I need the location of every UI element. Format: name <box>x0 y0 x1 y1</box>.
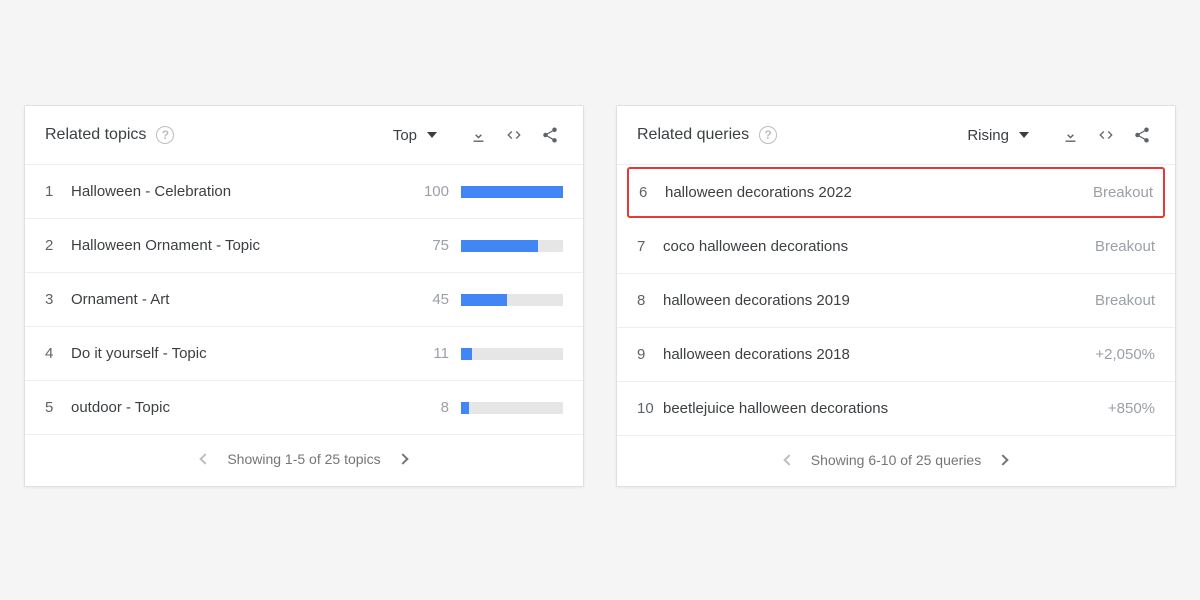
rank: 2 <box>45 237 71 254</box>
rank: 4 <box>45 345 71 362</box>
list-item[interactable]: 8 halloween decorations 2019 Breakout <box>617 274 1175 328</box>
item-change: +850% <box>1108 400 1155 417</box>
card-title: Related queries <box>637 126 749 144</box>
value-bar <box>461 348 563 360</box>
value-bar <box>461 186 563 198</box>
item-label: outdoor - Topic <box>71 399 421 416</box>
sort-label: Top <box>393 127 417 144</box>
sort-label: Rising <box>967 127 1009 144</box>
help-icon[interactable]: ? <box>156 126 174 144</box>
pager: Showing 6-10 of 25 queries <box>617 435 1175 486</box>
next-page-icon[interactable] <box>397 453 408 464</box>
item-value: 100 <box>421 183 449 200</box>
item-label: beetlejuice halloween decorations <box>663 400 1108 417</box>
chevron-down-icon <box>1019 132 1029 138</box>
list-item[interactable]: 5 outdoor - Topic 8 <box>25 381 583 434</box>
pager: Showing 1-5 of 25 topics <box>25 434 583 485</box>
item-label: halloween decorations 2018 <box>663 346 1095 363</box>
item-value: 8 <box>421 399 449 416</box>
rank: 6 <box>639 184 665 201</box>
item-label: Halloween Ornament - Topic <box>71 237 421 254</box>
item-label: Ornament - Art <box>71 291 421 308</box>
value-bar <box>461 294 563 306</box>
rank: 8 <box>637 292 663 309</box>
card-header: Related topics ? Top <box>25 106 583 165</box>
list-item[interactable]: 2 Halloween Ornament - Topic 75 <box>25 219 583 273</box>
item-change: Breakout <box>1095 292 1155 309</box>
topics-list: 1 Halloween - Celebration 100 2 Hallowee… <box>25 165 583 434</box>
pager-text: Showing 1-5 of 25 topics <box>227 451 380 467</box>
item-label: coco halloween decorations <box>663 238 1095 255</box>
list-item-highlighted[interactable]: 6 halloween decorations 2022 Breakout <box>627 167 1165 218</box>
item-value: 75 <box>421 237 449 254</box>
item-label: halloween decorations 2019 <box>663 292 1095 309</box>
item-label: halloween decorations 2022 <box>665 184 1093 201</box>
list-item[interactable]: 4 Do it yourself - Topic 11 <box>25 327 583 381</box>
item-value: 45 <box>421 291 449 308</box>
list-item[interactable]: 9 halloween decorations 2018 +2,050% <box>617 328 1175 382</box>
help-icon[interactable]: ? <box>759 126 777 144</box>
share-icon[interactable] <box>537 122 563 148</box>
rank: 9 <box>637 346 663 363</box>
embed-icon[interactable] <box>1093 122 1119 148</box>
list-item[interactable]: 3 Ornament - Art 45 <box>25 273 583 327</box>
rank: 7 <box>637 238 663 255</box>
item-change: +2,050% <box>1095 346 1155 363</box>
card-header: Related queries ? Rising <box>617 106 1175 165</box>
value-bar <box>461 240 563 252</box>
download-icon[interactable] <box>465 122 491 148</box>
value-bar <box>461 402 563 414</box>
list-item[interactable]: 7 coco halloween decorations Breakout <box>617 220 1175 274</box>
chevron-down-icon <box>427 132 437 138</box>
related-topics-card: Related topics ? Top 1 Halloween - Celeb… <box>24 105 584 487</box>
pager-text: Showing 6-10 of 25 queries <box>811 452 981 468</box>
rank: 3 <box>45 291 71 308</box>
next-page-icon[interactable] <box>998 454 1009 465</box>
list-item[interactable]: 10 beetlejuice halloween decorations +85… <box>617 382 1175 435</box>
item-change: Breakout <box>1095 238 1155 255</box>
prev-page-icon[interactable] <box>783 454 794 465</box>
share-icon[interactable] <box>1129 122 1155 148</box>
item-value: 11 <box>421 345 449 362</box>
sort-dropdown[interactable]: Top <box>387 123 443 148</box>
embed-icon[interactable] <box>501 122 527 148</box>
sort-dropdown[interactable]: Rising <box>961 123 1035 148</box>
rank: 10 <box>637 400 663 417</box>
download-icon[interactable] <box>1057 122 1083 148</box>
list-item[interactable]: 1 Halloween - Celebration 100 <box>25 165 583 219</box>
item-change: Breakout <box>1093 184 1153 201</box>
related-queries-card: Related queries ? Rising 6 halloween dec… <box>616 105 1176 487</box>
rank: 1 <box>45 183 71 200</box>
queries-list: 6 halloween decorations 2022 Breakout 7 … <box>617 165 1175 435</box>
card-title: Related topics <box>45 126 146 144</box>
rank: 5 <box>45 399 71 416</box>
prev-page-icon[interactable] <box>200 453 211 464</box>
item-label: Do it yourself - Topic <box>71 345 421 362</box>
item-label: Halloween - Celebration <box>71 183 421 200</box>
